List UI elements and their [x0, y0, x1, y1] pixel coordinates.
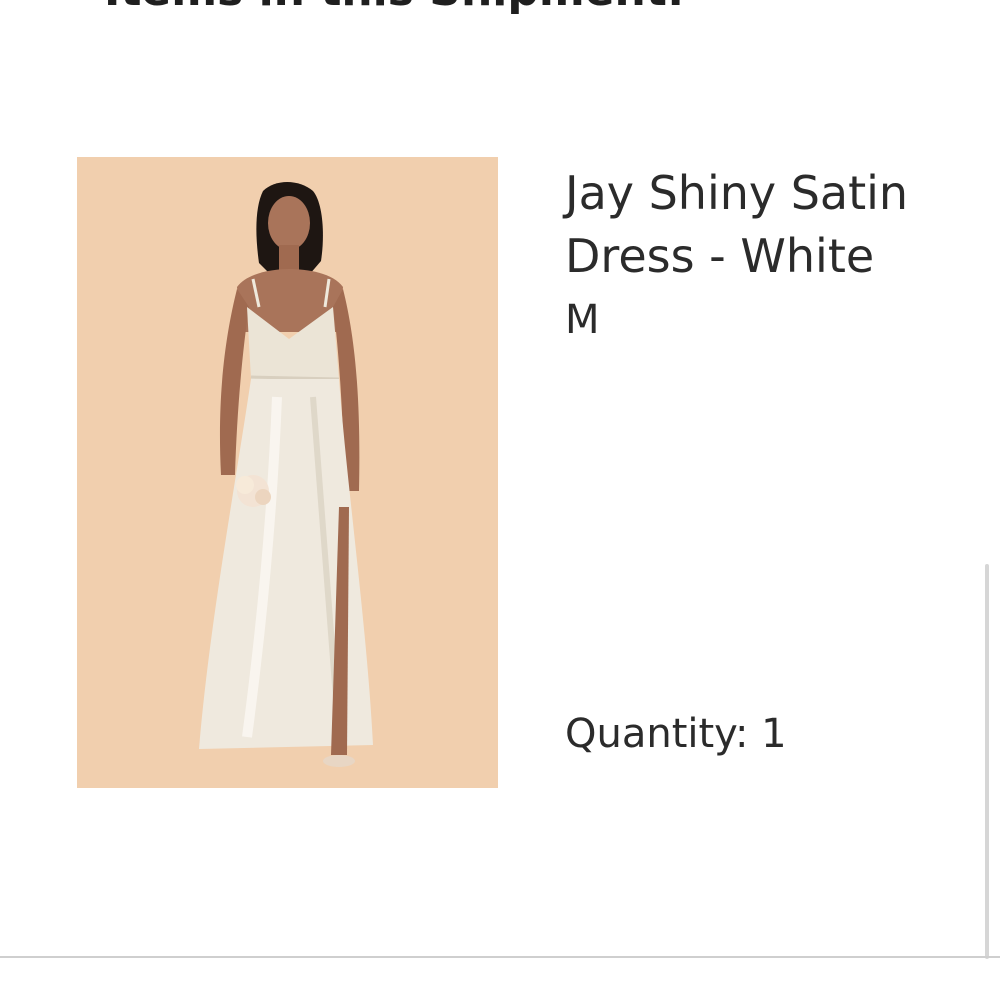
section-heading: Items in this Shipment:: [104, 0, 685, 16]
product-size: M: [565, 297, 600, 343]
product-name[interactable]: Jay Shiny Satin Dress - White: [565, 162, 985, 288]
quantity-row: Quantity: 1: [565, 704, 787, 764]
divider: [0, 956, 1000, 958]
quantity-value: 1: [761, 711, 787, 757]
dress-illustration: [77, 157, 498, 788]
scrollbar[interactable]: [985, 564, 989, 959]
quantity-label: Quantity:: [565, 711, 749, 757]
product-image[interactable]: [77, 157, 498, 788]
